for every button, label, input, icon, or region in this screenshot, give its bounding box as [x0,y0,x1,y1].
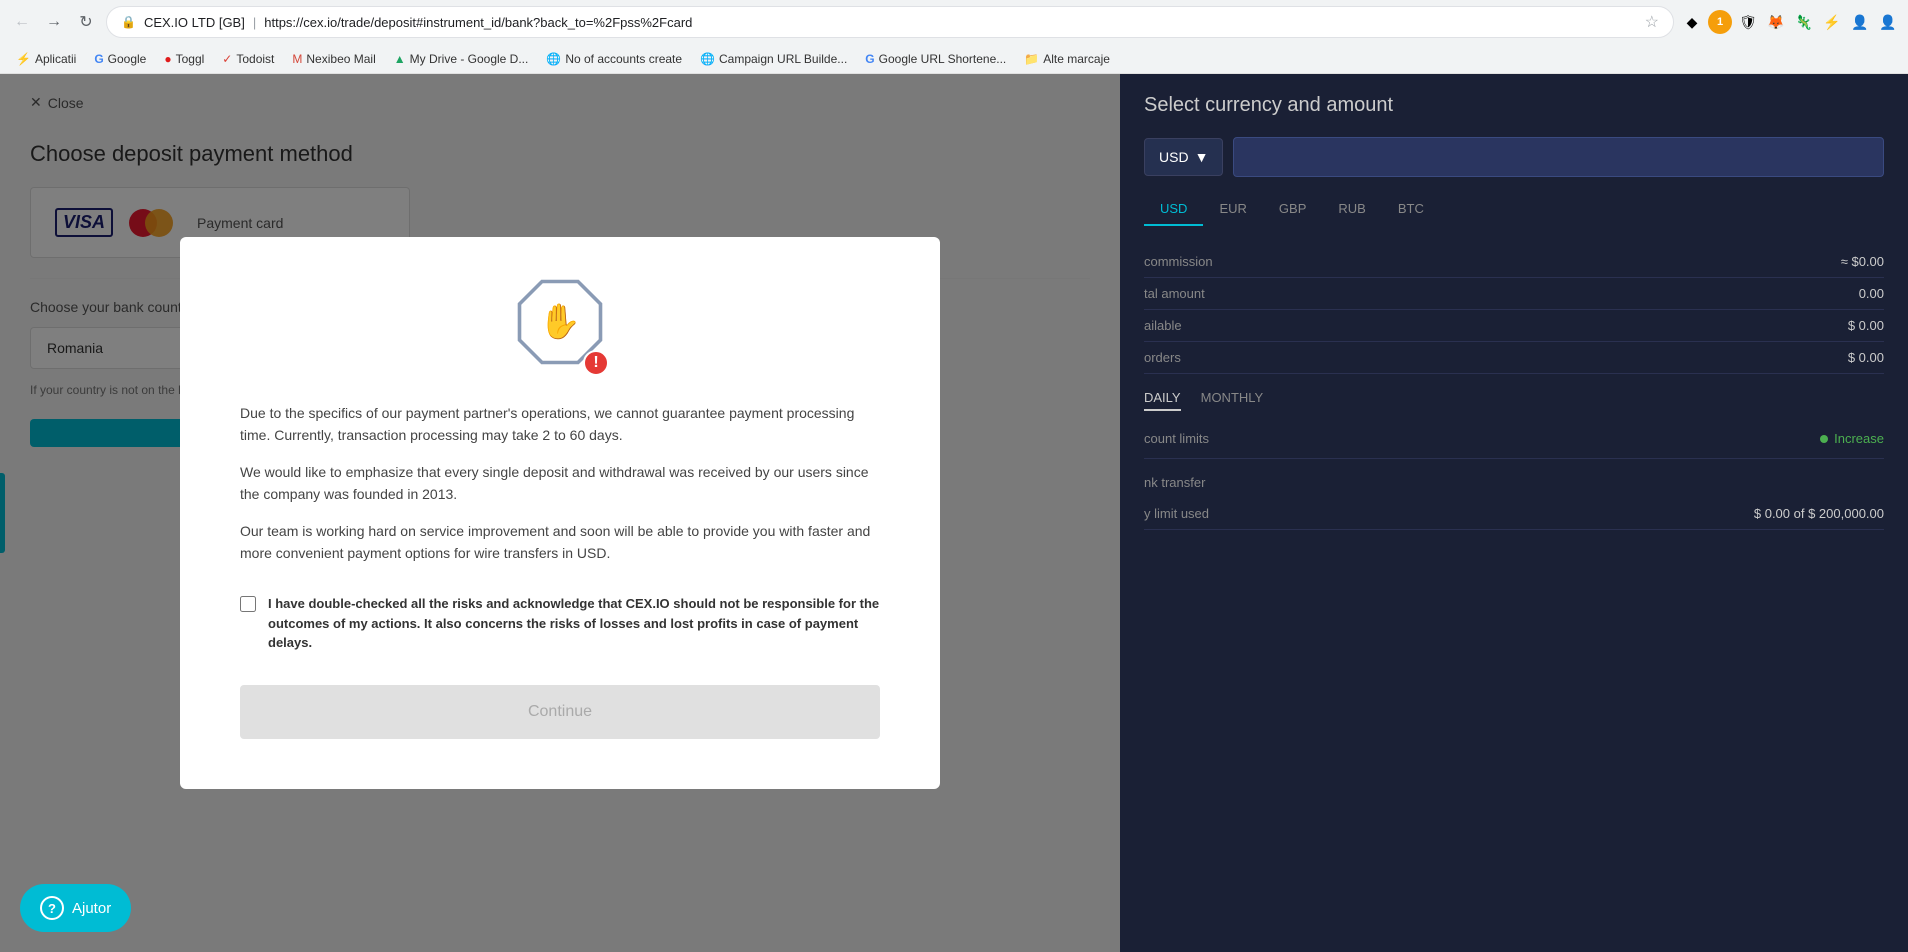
period-tabs: DAILY MONTHLY [1144,390,1884,411]
drive-icon: ▲ [394,52,406,66]
total-row: tal amount 0.00 [1144,278,1884,310]
bookmark-url-shortener[interactable]: G Google URL Shortene... [857,49,1014,69]
bookmark-aplicatii[interactable]: ⚡ Aplicatii [8,49,84,69]
right-panel-title: Select currency and amount [1144,94,1884,117]
limit-used-row: y limit used $ 0.00 of $ 200,000.00 [1144,498,1884,530]
available-label: ailable [1144,318,1182,333]
bookmark-drive[interactable]: ▲ My Drive - Google D... [386,49,537,69]
metamask-icon[interactable]: ◆ [1680,10,1704,34]
currency-chevron-icon: ▼ [1195,149,1209,165]
orders-value: $ 0.00 [1848,350,1884,365]
limit-used-label: y limit used [1144,506,1209,521]
url-text: https://cex.io/trade/deposit#instrument_… [264,15,1636,30]
limit-used-value: $ 0.00 of $ 200,000.00 [1754,506,1884,521]
lightning-icon[interactable]: ⚡ [1820,10,1844,34]
commission-value: ≈ $0.00 [1841,254,1884,269]
forward-button[interactable]: → [40,8,68,36]
apps-icon: ⚡ [16,52,31,66]
orders-label: orders [1144,350,1181,365]
google-icon: G [94,52,103,66]
notification-icon[interactable]: 1 [1708,10,1732,34]
modal-dialog: ✋ ! Due to the specifics of our payment … [180,237,940,789]
period-tab-monthly[interactable]: MONTHLY [1201,390,1264,411]
currency-input-row: USD ▼ [1144,137,1884,177]
limits-label: count limits [1144,431,1209,446]
bookmark-nexibeo[interactable]: M Nexibeo Mail [284,49,383,69]
bookmark-accounts[interactable]: 🌐 No of accounts create [538,49,690,69]
transfer-label: nk transfer [1144,475,1884,490]
nav-buttons: ← → ↻ [8,8,100,36]
acknowledge-checkbox[interactable] [240,596,256,612]
campaign-icon: 🌐 [700,52,715,66]
bookmark-toggl[interactable]: ● Toggl [156,49,212,69]
modal-para2: We would like to emphasize that every si… [240,461,880,506]
shield-icon[interactable]: 🛡 [1736,10,1760,34]
limits-row: count limits Increase [1144,419,1884,459]
right-panel: Select currency and amount USD ▼ USD EUR… [1120,74,1908,952]
orders-row: orders $ 0.00 [1144,342,1884,374]
address-bar[interactable]: 🔒 CEX.IO LTD [GB] | https://cex.io/trade… [106,6,1674,38]
accounts-icon: 🌐 [546,52,561,66]
tab-btc[interactable]: BTC [1382,193,1440,226]
total-label: tal amount [1144,286,1205,301]
exclamation-badge: ! [583,350,609,376]
user-icon-2[interactable]: 👤 [1876,10,1900,34]
modal-para3: Our team is working hard on service impr… [240,520,880,565]
tab-rub[interactable]: RUB [1322,193,1381,226]
deposit-page: ✕ Close Choose deposit payment method VI… [0,74,1120,952]
currency-selector[interactable]: USD ▼ [1144,138,1223,176]
help-icon: ? [40,896,64,920]
help-label: Ajutor [72,900,111,917]
modal-overlay: ✋ ! Due to the specifics of our payment … [0,74,1120,952]
commission-label: commission [1144,254,1213,269]
amount-input[interactable] [1233,137,1884,177]
back-button[interactable]: ← [8,8,36,36]
fox-icon[interactable]: 🦊 [1764,10,1788,34]
bookmark-google[interactable]: G Google [86,49,154,69]
modal-para1: Due to the specifics of our payment part… [240,402,880,447]
bookmark-todoist[interactable]: ✓ Todoist [214,49,282,69]
total-value: 0.00 [1859,286,1884,301]
tab-eur[interactable]: EUR [1203,193,1262,226]
period-tab-daily[interactable]: DAILY [1144,390,1181,411]
tab-usd[interactable]: USD [1144,193,1203,226]
increase-dot-icon [1820,435,1828,443]
increase-button[interactable]: Increase [1820,431,1884,446]
folder-icon: 📁 [1024,52,1039,66]
available-row: ailable $ 0.00 [1144,310,1884,342]
selected-currency: USD [1159,149,1189,165]
continue-modal-button[interactable]: Continue [240,685,880,739]
stop-icon-container: ✋ ! [515,277,605,372]
help-button[interactable]: ? Ajutor [20,884,131,932]
site-label: CEX.IO LTD [GB] [144,15,245,30]
toggl-icon: ● [164,52,171,66]
svg-text:✋: ✋ [539,302,582,341]
mail-icon: M [292,52,302,66]
bookmark-star-icon[interactable]: ☆ [1645,12,1659,32]
tab-gbp[interactable]: GBP [1263,193,1322,226]
bookmarks-bar: ⚡ Aplicatii G Google ● Toggl ✓ Todoist M… [0,44,1908,74]
available-value: $ 0.00 [1848,318,1884,333]
browser-chrome: ← → ↻ 🔒 CEX.IO LTD [GB] | https://cex.io… [0,0,1908,74]
reload-button[interactable]: ↻ [72,8,100,36]
todoist-icon: ✓ [222,52,232,66]
url-separator: | [253,15,256,30]
shortener-icon: G [865,52,874,66]
increase-label: Increase [1834,431,1884,446]
lock-icon: 🔒 [121,15,136,29]
bookmark-alte[interactable]: 📁 Alte marcaje [1016,49,1118,69]
acknowledge-label: I have double-checked all the risks and … [268,594,880,653]
acknowledge-row: I have double-checked all the risks and … [240,594,880,653]
currency-tabs: USD EUR GBP RUB BTC [1144,193,1884,226]
browser-toolbar: ← → ↻ 🔒 CEX.IO LTD [GB] | https://cex.io… [0,0,1908,44]
bookmark-campaign[interactable]: 🌐 Campaign URL Builde... [692,49,855,69]
user-icon-1[interactable]: 👤 [1848,10,1872,34]
extension-icons: ◆ 1 🛡 🦊 🦎 ⚡ 👤 👤 [1680,10,1900,34]
commission-row: commission ≈ $0.00 [1144,246,1884,278]
page-area: ✕ Close Choose deposit payment method VI… [0,74,1908,952]
transfer-section: nk transfer y limit used $ 0.00 of $ 200… [1144,475,1884,530]
lizard-icon[interactable]: 🦎 [1792,10,1816,34]
